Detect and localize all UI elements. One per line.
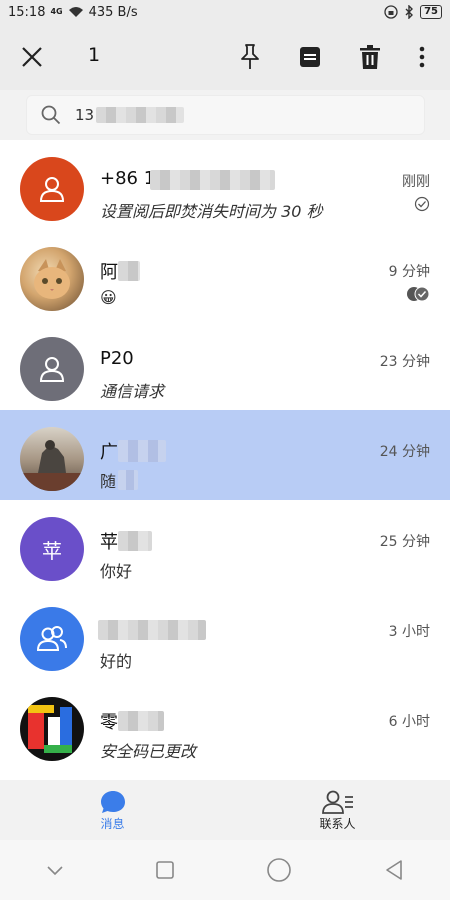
conversation-time: 3 小时 — [388, 624, 430, 640]
lock-rotation-icon — [384, 5, 398, 19]
network-type: 4G — [50, 7, 63, 16]
redacted-text — [96, 107, 185, 123]
battery-indicator: 75 — [420, 5, 442, 19]
redacted-text — [118, 531, 152, 551]
sent-check-icon — [414, 196, 430, 212]
chevron-down-icon[interactable] — [46, 864, 64, 876]
conversation-title: P20 — [100, 348, 134, 369]
conversation-time: 刚刚 — [402, 174, 430, 190]
conversation-time: 24 分钟 — [379, 444, 430, 460]
contact-avatar — [20, 337, 84, 401]
person-icon — [39, 357, 65, 382]
conversation-preview: 设置阅后即焚消失时间为 30 秒 — [100, 202, 323, 221]
conversation-time: 23 分钟 — [379, 354, 430, 370]
tab-contacts-label: 联系人 — [319, 816, 356, 831]
pin-icon[interactable] — [232, 39, 268, 75]
wifi-icon — [68, 7, 83, 17]
conversation-row[interactable]: P20 通信请求 23 分钟 — [0, 320, 450, 410]
redacted-text — [98, 620, 206, 640]
tab-messages[interactable]: 消息 — [0, 780, 225, 840]
contacts-icon — [321, 790, 353, 814]
redacted-text — [118, 261, 140, 281]
back-icon[interactable] — [383, 859, 405, 881]
colorful-logo — [28, 705, 72, 753]
bottom-navigation: 消息 联系人 — [0, 780, 450, 840]
contact-avatar: 苹 — [20, 517, 84, 581]
close-icon[interactable] — [14, 39, 50, 75]
conversation-title: 阿 — [100, 262, 118, 283]
conversation-preview: 随 — [100, 472, 117, 491]
logo-avatar — [20, 697, 84, 761]
selection-action-bar: 1 — [0, 24, 450, 90]
status-bar: 15:18 4G 435 B/s 75 — [0, 0, 450, 24]
network-speed: 435 B/s — [88, 4, 138, 20]
delete-icon[interactable] — [352, 39, 388, 75]
search-icon — [41, 105, 61, 125]
clock: 15:18 — [8, 4, 46, 20]
conversation-row[interactable]: 苹 苹 你好 25 分钟 — [0, 500, 450, 590]
home-icon[interactable] — [266, 857, 292, 883]
group-avatar — [20, 607, 84, 671]
conversation-title: 零 — [100, 712, 118, 733]
cat-photo — [34, 259, 70, 299]
redacted-text — [118, 711, 164, 731]
statue-avatar — [20, 427, 84, 491]
system-navigation-bar — [0, 840, 450, 900]
conversation-preview: 😀 — [100, 288, 117, 307]
bluetooth-icon — [405, 5, 414, 19]
conversation-row[interactable]: 零 安全码已更改 6 小时 — [0, 680, 450, 770]
selected-count: 1 — [88, 44, 101, 66]
conversation-preview: 你好 — [100, 562, 133, 581]
conversation-time: 25 分钟 — [379, 534, 430, 550]
conversation-list: +86 1 设置阅后即焚消失时间为 30 秒 刚刚 阿 😀 9 分钟 P20 通… — [0, 140, 450, 770]
conversation-title: 苹 — [100, 532, 118, 553]
search-input[interactable]: 13 — [26, 95, 425, 135]
person-icon — [39, 177, 65, 202]
search-area: 13 — [0, 90, 450, 140]
group-icon — [36, 626, 67, 651]
conversation-row[interactable]: 阿 😀 9 分钟 — [0, 230, 450, 320]
conversation-title: 广 — [100, 442, 118, 463]
more-icon[interactable] — [404, 39, 440, 75]
tab-messages-label: 消息 — [100, 816, 125, 831]
redacted-text — [118, 470, 138, 490]
conversation-preview: 好的 — [100, 652, 133, 671]
statue-photo — [20, 440, 84, 491]
avatar-initial: 苹 — [42, 538, 62, 563]
redacted-text — [150, 170, 275, 190]
recent-apps-icon[interactable] — [155, 860, 175, 880]
read-check-icon — [407, 286, 430, 302]
conversation-preview: 安全码已更改 — [100, 742, 197, 761]
conversation-preview: 通信请求 — [100, 382, 165, 401]
conversation-title: +86 1 — [100, 168, 156, 189]
conversation-row[interactable]: 好的 3 小时 — [0, 590, 450, 680]
conversation-row[interactable]: +86 1 设置阅后即焚消失时间为 30 秒 刚刚 — [0, 140, 450, 230]
conversation-time: 9 分钟 — [388, 264, 430, 280]
conversation-row-selected[interactable]: 广 随 24 分钟 — [0, 410, 450, 500]
cat-avatar — [20, 247, 84, 311]
tab-contacts[interactable]: 联系人 — [225, 780, 450, 840]
archive-icon[interactable] — [292, 39, 328, 75]
redacted-text — [118, 440, 166, 462]
conversation-time: 6 小时 — [388, 714, 430, 730]
contact-avatar — [20, 157, 84, 221]
search-query: 13 — [75, 106, 95, 124]
chat-bubble-icon — [100, 790, 125, 813]
